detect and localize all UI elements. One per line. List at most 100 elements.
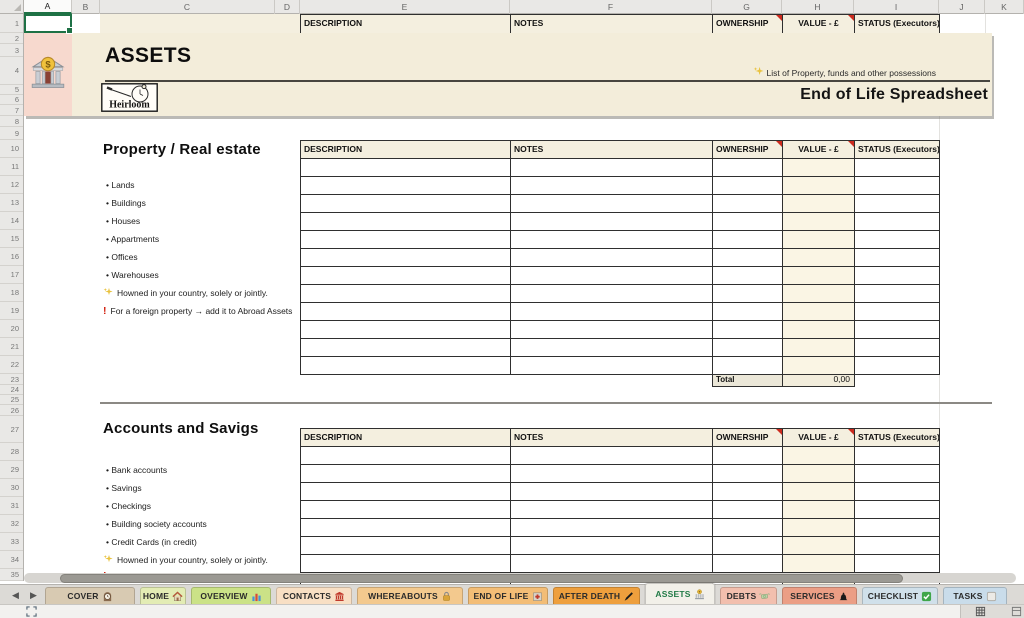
table-cell[interactable] [783, 177, 855, 195]
row-header-32[interactable]: 32 [0, 515, 23, 533]
row-header-31[interactable]: 31 [0, 497, 23, 515]
table-cell[interactable] [511, 267, 713, 285]
table-cell[interactable] [511, 519, 713, 537]
row-header-4[interactable]: 4 [0, 57, 23, 85]
table-cell[interactable] [713, 483, 783, 501]
select-all-corner[interactable] [0, 0, 24, 14]
sheet-tab-services[interactable]: SERVICES [782, 587, 857, 604]
row-header-6[interactable]: 6 [0, 95, 23, 105]
row-header-25[interactable]: 25 [0, 395, 23, 405]
total-value[interactable]: 0,00 [783, 375, 854, 386]
table-cell[interactable] [301, 267, 511, 285]
row-header-7[interactable]: 7 [0, 105, 23, 116]
row-header-35[interactable]: 35 [0, 569, 23, 581]
row-header-33[interactable]: 33 [0, 533, 23, 551]
table-cell[interactable] [855, 213, 940, 231]
table-cell[interactable] [511, 159, 713, 177]
column-header-H[interactable]: H [782, 0, 854, 14]
table-cell[interactable] [855, 357, 940, 375]
table-cell[interactable] [855, 177, 940, 195]
table-cell[interactable] [301, 177, 511, 195]
table-cell[interactable] [855, 555, 940, 573]
table-cell[interactable] [855, 483, 940, 501]
table-cell[interactable] [301, 213, 511, 231]
selected-cell-a1[interactable] [24, 14, 72, 33]
row-header-5[interactable]: 5 [0, 85, 23, 95]
table-cell[interactable] [713, 303, 783, 321]
row-header-20[interactable]: 20 [0, 320, 23, 338]
list-view-icon[interactable] [1011, 606, 1022, 617]
table-cell[interactable] [783, 483, 855, 501]
sheet-tab-checklist[interactable]: CHECKLIST [862, 587, 938, 604]
bank-icon-cell[interactable]: $ [24, 33, 72, 116]
table-cell[interactable] [855, 501, 940, 519]
row-header-28[interactable]: 28 [0, 443, 23, 461]
sheet-tab-home[interactable]: HOME [140, 587, 186, 604]
table-cell[interactable] [301, 339, 511, 357]
table-cell[interactable] [783, 267, 855, 285]
table-cell[interactable] [511, 555, 713, 573]
sheet-tab-whereabouts[interactable]: WHEREABOUTS [357, 587, 463, 604]
sheet-tab-debts[interactable]: DEBTS [720, 587, 777, 604]
table-cell[interactable] [511, 231, 713, 249]
row-header-8[interactable]: 8 [0, 116, 23, 127]
table-cell[interactable] [301, 159, 511, 177]
table-cell[interactable] [301, 285, 511, 303]
row-header-12[interactable]: 12 [0, 176, 23, 194]
column-header-C[interactable]: C [100, 0, 275, 14]
column-header-A[interactable]: A [24, 0, 72, 14]
table-cell[interactable] [713, 177, 783, 195]
table-cell[interactable] [783, 501, 855, 519]
table-cell[interactable] [713, 321, 783, 339]
table-cell[interactable] [301, 501, 511, 519]
table-cell[interactable] [511, 483, 713, 501]
table-cell[interactable] [511, 339, 713, 357]
table-cell[interactable] [511, 249, 713, 267]
row-header-11[interactable]: 11 [0, 158, 23, 176]
table-cell[interactable] [511, 501, 713, 519]
row-header-18[interactable]: 18 [0, 284, 23, 302]
table-cell[interactable] [855, 447, 940, 465]
table-cell[interactable] [713, 519, 783, 537]
table-cell[interactable] [783, 249, 855, 267]
table-cell[interactable] [783, 213, 855, 231]
sheet-tab-end-of-life[interactable]: END OF LIFE [468, 587, 548, 604]
table-cell[interactable] [511, 321, 713, 339]
table-cell[interactable] [855, 249, 940, 267]
table-cell[interactable] [783, 537, 855, 555]
table-cell[interactable] [783, 519, 855, 537]
table-cell[interactable] [783, 465, 855, 483]
row-header-34[interactable]: 34 [0, 551, 23, 569]
sheet-tab-cover[interactable]: COVER [45, 587, 135, 604]
table-cell[interactable] [713, 537, 783, 555]
table-cell[interactable] [301, 321, 511, 339]
table-cell[interactable] [713, 465, 783, 483]
table-cell[interactable] [855, 195, 940, 213]
table-cell[interactable] [511, 303, 713, 321]
row-header-19[interactable]: 19 [0, 302, 23, 320]
table-cell[interactable] [713, 249, 783, 267]
row-header-26[interactable]: 26 [0, 405, 23, 416]
grid-view-icon[interactable] [975, 606, 986, 617]
table-cell[interactable] [713, 159, 783, 177]
table-cell[interactable] [783, 231, 855, 249]
row-header-3[interactable]: 3 [0, 44, 23, 57]
column-header-J[interactable]: J [939, 0, 985, 14]
table-cell[interactable] [301, 483, 511, 501]
table-cell[interactable] [855, 339, 940, 357]
table-cell[interactable] [855, 321, 940, 339]
table-cell[interactable] [855, 267, 940, 285]
sheet-tab-after-death[interactable]: AFTER DEATH [553, 587, 640, 604]
row-header-16[interactable]: 16 [0, 248, 23, 266]
column-header-D[interactable]: D [275, 0, 300, 14]
table-cell[interactable] [511, 447, 713, 465]
row-header-24[interactable]: 24 [0, 385, 23, 395]
resize-handle-icon[interactable] [26, 606, 37, 617]
table-cell[interactable] [713, 447, 783, 465]
table-cell[interactable] [511, 537, 713, 555]
table-cell[interactable] [783, 447, 855, 465]
row-header-15[interactable]: 15 [0, 230, 23, 248]
table-cell[interactable] [855, 285, 940, 303]
column-header-G[interactable]: G [712, 0, 782, 14]
table-cell[interactable] [713, 267, 783, 285]
